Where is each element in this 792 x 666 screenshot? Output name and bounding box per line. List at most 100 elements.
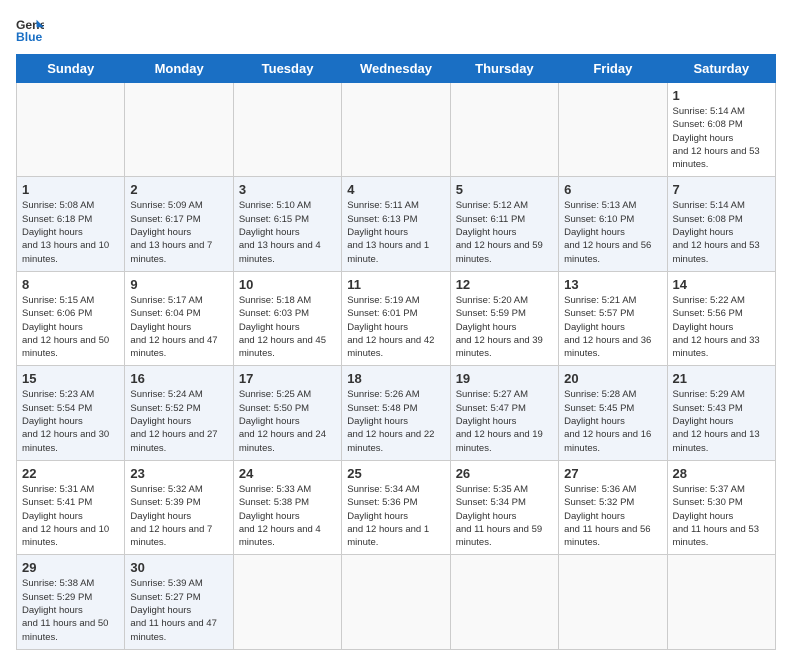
day-number: 27	[564, 466, 661, 481]
day-info: Sunrise: 5:22 AM Sunset: 5:56 PM Dayligh…	[673, 294, 770, 360]
calendar-cell: 4 Sunrise: 5:11 AM Sunset: 6:13 PM Dayli…	[342, 177, 450, 271]
day-info: Sunrise: 5:29 AM Sunset: 5:43 PM Dayligh…	[673, 388, 770, 454]
calendar-cell	[667, 555, 775, 649]
day-number: 29	[22, 560, 119, 575]
day-number: 23	[130, 466, 227, 481]
day-number: 6	[564, 182, 661, 197]
calendar-cell	[450, 83, 558, 177]
calendar-cell: 24 Sunrise: 5:33 AM Sunset: 5:38 PM Dayl…	[233, 460, 341, 554]
calendar-cell	[17, 83, 125, 177]
day-info: Sunrise: 5:09 AM Sunset: 6:17 PM Dayligh…	[130, 199, 227, 265]
day-info: Sunrise: 5:23 AM Sunset: 5:54 PM Dayligh…	[22, 388, 119, 454]
day-number: 22	[22, 466, 119, 481]
logo: General Blue	[16, 16, 44, 44]
day-header-monday: Monday	[125, 55, 233, 83]
calendar-cell: 29 Sunrise: 5:38 AM Sunset: 5:29 PM Dayl…	[17, 555, 125, 649]
day-info: Sunrise: 5:27 AM Sunset: 5:47 PM Dayligh…	[456, 388, 553, 454]
calendar-cell: 25 Sunrise: 5:34 AM Sunset: 5:36 PM Dayl…	[342, 460, 450, 554]
page-header: General Blue	[16, 16, 776, 44]
calendar-cell: 10 Sunrise: 5:18 AM Sunset: 6:03 PM Dayl…	[233, 271, 341, 365]
day-header-saturday: Saturday	[667, 55, 775, 83]
calendar-cell: 12 Sunrise: 5:20 AM Sunset: 5:59 PM Dayl…	[450, 271, 558, 365]
calendar-cell: 16 Sunrise: 5:24 AM Sunset: 5:52 PM Dayl…	[125, 366, 233, 460]
day-header-tuesday: Tuesday	[233, 55, 341, 83]
day-info: Sunrise: 5:18 AM Sunset: 6:03 PM Dayligh…	[239, 294, 336, 360]
day-header-sunday: Sunday	[17, 55, 125, 83]
calendar-cell: 28 Sunrise: 5:37 AM Sunset: 5:30 PM Dayl…	[667, 460, 775, 554]
day-info: Sunrise: 5:10 AM Sunset: 6:15 PM Dayligh…	[239, 199, 336, 265]
calendar-cell: 1 Sunrise: 5:14 AM Sunset: 6:08 PM Dayli…	[667, 83, 775, 177]
calendar-cell: 11 Sunrise: 5:19 AM Sunset: 6:01 PM Dayl…	[342, 271, 450, 365]
calendar-cell: 1 Sunrise: 5:08 AM Sunset: 6:18 PM Dayli…	[17, 177, 125, 271]
day-number: 26	[456, 466, 553, 481]
calendar-cell: 18 Sunrise: 5:26 AM Sunset: 5:48 PM Dayl…	[342, 366, 450, 460]
day-info: Sunrise: 5:38 AM Sunset: 5:29 PM Dayligh…	[22, 577, 119, 643]
day-number: 10	[239, 277, 336, 292]
day-number: 30	[130, 560, 227, 575]
day-number: 8	[22, 277, 119, 292]
day-info: Sunrise: 5:14 AM Sunset: 6:08 PM Dayligh…	[673, 199, 770, 265]
day-number: 13	[564, 277, 661, 292]
calendar-cell: 23 Sunrise: 5:32 AM Sunset: 5:39 PM Dayl…	[125, 460, 233, 554]
calendar-cell	[450, 555, 558, 649]
calendar-cell: 15 Sunrise: 5:23 AM Sunset: 5:54 PM Dayl…	[17, 366, 125, 460]
day-info: Sunrise: 5:24 AM Sunset: 5:52 PM Dayligh…	[130, 388, 227, 454]
calendar-cell: 3 Sunrise: 5:10 AM Sunset: 6:15 PM Dayli…	[233, 177, 341, 271]
day-number: 21	[673, 371, 770, 386]
day-number: 25	[347, 466, 444, 481]
day-number: 16	[130, 371, 227, 386]
day-number: 15	[22, 371, 119, 386]
day-info: Sunrise: 5:17 AM Sunset: 6:04 PM Dayligh…	[130, 294, 227, 360]
day-info: Sunrise: 5:32 AM Sunset: 5:39 PM Dayligh…	[130, 483, 227, 549]
calendar-cell: 2 Sunrise: 5:09 AM Sunset: 6:17 PM Dayli…	[125, 177, 233, 271]
day-info: Sunrise: 5:20 AM Sunset: 5:59 PM Dayligh…	[456, 294, 553, 360]
calendar-table: SundayMondayTuesdayWednesdayThursdayFrid…	[16, 54, 776, 650]
day-info: Sunrise: 5:35 AM Sunset: 5:34 PM Dayligh…	[456, 483, 553, 549]
day-info: Sunrise: 5:12 AM Sunset: 6:11 PM Dayligh…	[456, 199, 553, 265]
day-header-wednesday: Wednesday	[342, 55, 450, 83]
day-number: 4	[347, 182, 444, 197]
day-info: Sunrise: 5:08 AM Sunset: 6:18 PM Dayligh…	[22, 199, 119, 265]
day-info: Sunrise: 5:34 AM Sunset: 5:36 PM Dayligh…	[347, 483, 444, 549]
day-number: 20	[564, 371, 661, 386]
calendar-cell: 21 Sunrise: 5:29 AM Sunset: 5:43 PM Dayl…	[667, 366, 775, 460]
day-info: Sunrise: 5:15 AM Sunset: 6:06 PM Dayligh…	[22, 294, 119, 360]
calendar-cell: 26 Sunrise: 5:35 AM Sunset: 5:34 PM Dayl…	[450, 460, 558, 554]
day-info: Sunrise: 5:33 AM Sunset: 5:38 PM Dayligh…	[239, 483, 336, 549]
day-info: Sunrise: 5:13 AM Sunset: 6:10 PM Dayligh…	[564, 199, 661, 265]
day-number: 5	[456, 182, 553, 197]
calendar-cell	[125, 83, 233, 177]
calendar-cell: 5 Sunrise: 5:12 AM Sunset: 6:11 PM Dayli…	[450, 177, 558, 271]
day-header-thursday: Thursday	[450, 55, 558, 83]
calendar-cell	[342, 83, 450, 177]
svg-text:Blue: Blue	[16, 30, 43, 44]
day-info: Sunrise: 5:37 AM Sunset: 5:30 PM Dayligh…	[673, 483, 770, 549]
day-number: 17	[239, 371, 336, 386]
calendar-cell: 7 Sunrise: 5:14 AM Sunset: 6:08 PM Dayli…	[667, 177, 775, 271]
day-info: Sunrise: 5:14 AM Sunset: 6:08 PM Dayligh…	[673, 105, 770, 171]
day-number: 9	[130, 277, 227, 292]
day-info: Sunrise: 5:19 AM Sunset: 6:01 PM Dayligh…	[347, 294, 444, 360]
day-info: Sunrise: 5:26 AM Sunset: 5:48 PM Dayligh…	[347, 388, 444, 454]
day-info: Sunrise: 5:31 AM Sunset: 5:41 PM Dayligh…	[22, 483, 119, 549]
day-info: Sunrise: 5:21 AM Sunset: 5:57 PM Dayligh…	[564, 294, 661, 360]
calendar-cell: 30 Sunrise: 5:39 AM Sunset: 5:27 PM Dayl…	[125, 555, 233, 649]
day-number: 2	[130, 182, 227, 197]
day-number: 14	[673, 277, 770, 292]
day-number: 7	[673, 182, 770, 197]
day-info: Sunrise: 5:11 AM Sunset: 6:13 PM Dayligh…	[347, 199, 444, 265]
day-number: 1	[22, 182, 119, 197]
day-number: 18	[347, 371, 444, 386]
calendar-cell: 19 Sunrise: 5:27 AM Sunset: 5:47 PM Dayl…	[450, 366, 558, 460]
calendar-cell	[559, 83, 667, 177]
day-info: Sunrise: 5:39 AM Sunset: 5:27 PM Dayligh…	[130, 577, 227, 643]
day-number: 3	[239, 182, 336, 197]
day-header-friday: Friday	[559, 55, 667, 83]
day-number: 12	[456, 277, 553, 292]
day-number: 19	[456, 371, 553, 386]
calendar-cell: 6 Sunrise: 5:13 AM Sunset: 6:10 PM Dayli…	[559, 177, 667, 271]
calendar-cell: 22 Sunrise: 5:31 AM Sunset: 5:41 PM Dayl…	[17, 460, 125, 554]
day-info: Sunrise: 5:28 AM Sunset: 5:45 PM Dayligh…	[564, 388, 661, 454]
day-number: 11	[347, 277, 444, 292]
calendar-cell	[233, 83, 341, 177]
